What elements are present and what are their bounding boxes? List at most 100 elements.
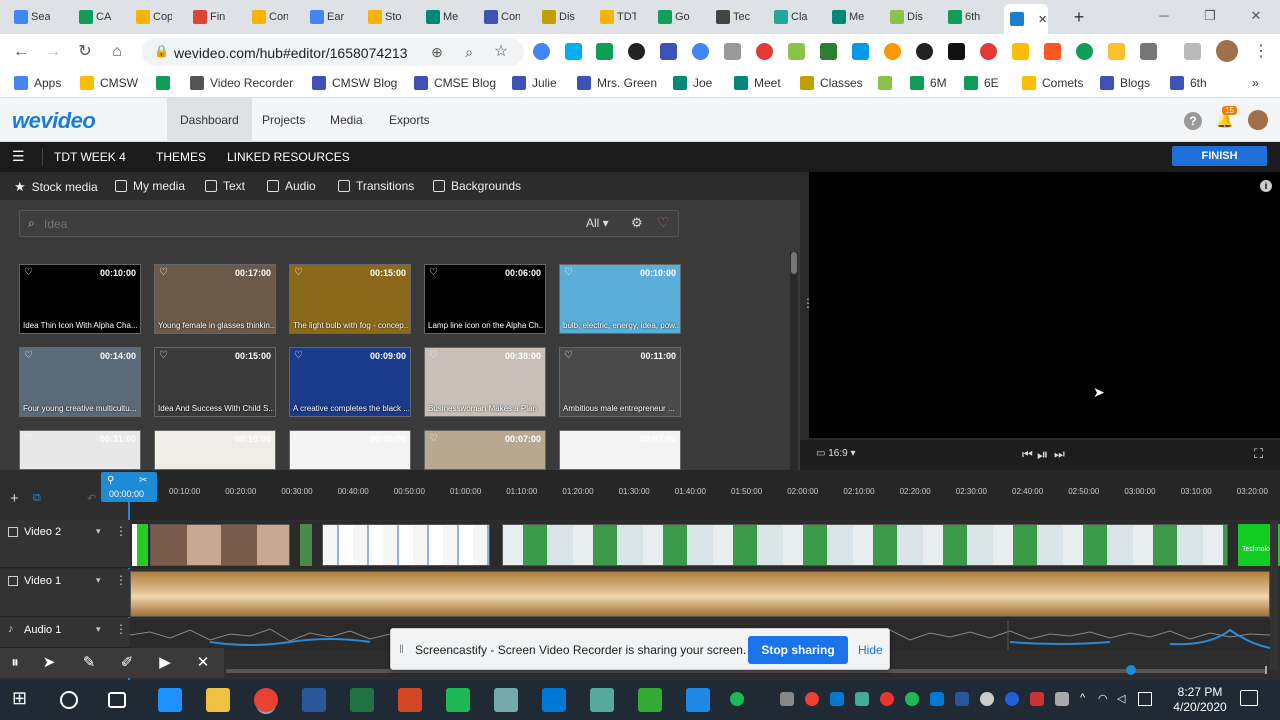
stock-media-thumbnail[interactable]: ♡ 00:05:00 — [289, 430, 411, 470]
zoom-slider-handle[interactable] — [1126, 665, 1136, 675]
info-icon[interactable]: i — [1260, 180, 1272, 192]
notifications-icon[interactable] — [1240, 690, 1258, 706]
stock-media-thumbnail[interactable]: ♡ 00:09:00 A creative completes the black … — [289, 347, 411, 417]
tab-backgrounds[interactable]: Backgrounds — [433, 179, 521, 193]
tray-icon[interactable] — [1055, 692, 1069, 706]
favorite-heart-icon[interactable]: ♡ — [429, 350, 438, 361]
forward-icon[interactable]: → — [42, 42, 64, 62]
aspect-ratio-selector[interactable]: ▭ 16:9 ▾ — [816, 448, 856, 459]
tab-text[interactable]: Text — [205, 179, 245, 193]
favorite-heart-icon[interactable]: ♡ — [159, 433, 168, 444]
file-explorer-icon[interactable] — [206, 688, 230, 712]
chevron-down-icon[interactable]: ▾ — [96, 526, 101, 537]
close-icon[interactable]: ✕ — [192, 653, 214, 673]
favorite-heart-icon[interactable]: ♡ — [24, 267, 33, 278]
clock[interactable]: 8:27 PM 4/20/2020 — [1160, 685, 1240, 715]
bookmark-item[interactable]: Classes — [800, 76, 863, 90]
puzzle-icon[interactable] — [1140, 43, 1157, 60]
stock-media-thumbnail[interactable]: ♡ 00:07:00 — [559, 430, 681, 470]
profile-avatar[interactable] — [1216, 40, 1238, 62]
scrollbar-thumb[interactable] — [791, 252, 797, 274]
extension-icon[interactable] — [788, 43, 805, 60]
cursor-tool-icon[interactable]: ➤ — [38, 653, 60, 673]
skype-icon[interactable] — [565, 43, 582, 60]
chevron-down-icon[interactable]: ▾ — [96, 624, 101, 635]
browser-tab[interactable]: TDT — [594, 4, 636, 30]
bookmark-item[interactable]: Mrs. Green — [577, 76, 657, 90]
extension-icon[interactable] — [1076, 43, 1093, 60]
extension-icon[interactable] — [1044, 43, 1061, 60]
windows-start-icon[interactable]: ⊞ — [12, 688, 36, 712]
bookmark-item[interactable]: CMSE Blog — [414, 76, 496, 90]
stock-media-thumbnail[interactable]: ♡ 00:14:00 Four young creative multicultu.… — [19, 347, 141, 417]
tab-transitions[interactable]: Transitions — [338, 179, 414, 193]
track-menu-icon[interactable]: ⋮ — [115, 622, 127, 636]
bookmark-item[interactable] — [878, 76, 898, 90]
screencastify-icon[interactable] — [980, 43, 997, 60]
bookmark-item[interactable]: CMSW Blog — [312, 76, 397, 90]
menu-dots-icon[interactable]: ⋮ — [1250, 42, 1272, 62]
favorite-heart-icon[interactable]: ♡ — [294, 350, 303, 361]
browser-tab[interactable]: Sea — [8, 4, 50, 30]
wifi-icon[interactable]: ◠ — [1098, 692, 1112, 706]
video-clip[interactable] — [502, 524, 1228, 566]
filter-dropdown[interactable]: All ▾ — [586, 216, 609, 230]
skip-back-icon[interactable]: ⏮ — [1022, 447, 1033, 462]
scissors-icon[interactable]: ✂ — [139, 475, 147, 486]
app2-icon[interactable] — [686, 688, 710, 712]
bookmark-item[interactable]: Joe — [673, 76, 712, 90]
extension-icon[interactable] — [692, 43, 709, 60]
favorite-heart-icon[interactable]: ♡ — [159, 267, 168, 278]
bookmark-item[interactable]: 6E — [964, 76, 999, 90]
extension-icon[interactable] — [820, 43, 837, 60]
browser-tab[interactable]: Con — [246, 4, 288, 30]
close-window-icon[interactable]: ✕ — [1244, 6, 1268, 26]
browser-tab[interactable]: Cla — [768, 4, 810, 30]
favorite-heart-icon[interactable]: ♡ — [429, 267, 438, 278]
video-clip[interactable] — [150, 524, 290, 566]
nav-projects[interactable]: Projects — [249, 98, 318, 142]
bookmark-item[interactable]: Blogs — [1100, 76, 1150, 90]
browser-tab[interactable]: Dis — [536, 4, 578, 30]
task-view-icon[interactable] — [108, 692, 126, 708]
add-track-icon[interactable]: + — [10, 490, 19, 507]
favorite-heart-icon[interactable]: ♡ — [564, 350, 573, 361]
skip-forward-icon[interactable]: ⏭ — [1054, 447, 1065, 462]
tray-word-icon[interactable] — [955, 692, 969, 706]
track-menu-icon[interactable]: ⋮ — [115, 573, 127, 587]
powerpoint-icon[interactable] — [398, 688, 422, 712]
hamburger-menu-icon[interactable]: ☰ — [12, 149, 25, 163]
stock-media-thumbnail[interactable]: ♡ 00:10:00 — [154, 430, 276, 470]
nav-exports[interactable]: Exports — [376, 98, 443, 142]
extension-icon[interactable] — [533, 43, 550, 60]
nav-dashboard[interactable]: Dashboard — [167, 98, 252, 142]
drive-icon[interactable] — [1012, 43, 1029, 60]
fullscreen-icon[interactable]: ⛶ — [1254, 446, 1263, 462]
favorite-heart-icon[interactable]: ♡ — [24, 433, 33, 444]
extension-icon[interactable] — [1108, 43, 1125, 60]
add-icon[interactable]: ⊕ — [426, 42, 448, 62]
track-header-video-2[interactable]: Video 2 ▾ ⋮ — [0, 520, 130, 568]
favorite-heart-icon[interactable]: ♡ — [564, 267, 573, 278]
preview-video[interactable]: i ➤ — [809, 172, 1280, 438]
bookmark-item[interactable]: 6th — [1170, 76, 1207, 90]
project-title[interactable]: TDT WEEK 4 — [54, 150, 126, 164]
browser-tab[interactable]: Me — [826, 4, 868, 30]
stock-media-thumbnail[interactable]: ♡ 00:15:00 The light bulb with fog - conce… — [289, 264, 411, 334]
stock-media-thumbnail[interactable]: ♡ 00:15:00 Idea And Success With Child S..… — [154, 347, 276, 417]
browser-tab[interactable]: Ear — [304, 4, 346, 30]
undo-icon[interactable]: ↶ — [87, 492, 96, 505]
timeline-ruler[interactable]: 00:10:00 00:20:00 00:30:00 00:40:00 00:50:00… — [130, 470, 1280, 520]
user-avatar[interactable] — [1248, 110, 1268, 130]
pen-icon[interactable]: ✎ — [78, 653, 100, 673]
favorite-heart-icon[interactable]: ♡ — [24, 350, 33, 361]
extension-icon[interactable] — [756, 43, 773, 60]
video-clip[interactable] — [322, 524, 490, 566]
bookmark-item[interactable]: Julie — [512, 76, 557, 90]
track-header-video-1[interactable]: Video 1 ▾ ⋮ — [0, 569, 130, 617]
stock-media-thumbnail[interactable]: ♡ 00:07:00 — [424, 430, 546, 470]
drag-handle-icon[interactable]: ‖ — [399, 642, 404, 656]
chevron-down-icon[interactable]: ▾ — [96, 575, 101, 586]
track-menu-icon[interactable]: ⋮ — [115, 524, 127, 538]
browser-tab[interactable]: CA — [73, 4, 115, 30]
